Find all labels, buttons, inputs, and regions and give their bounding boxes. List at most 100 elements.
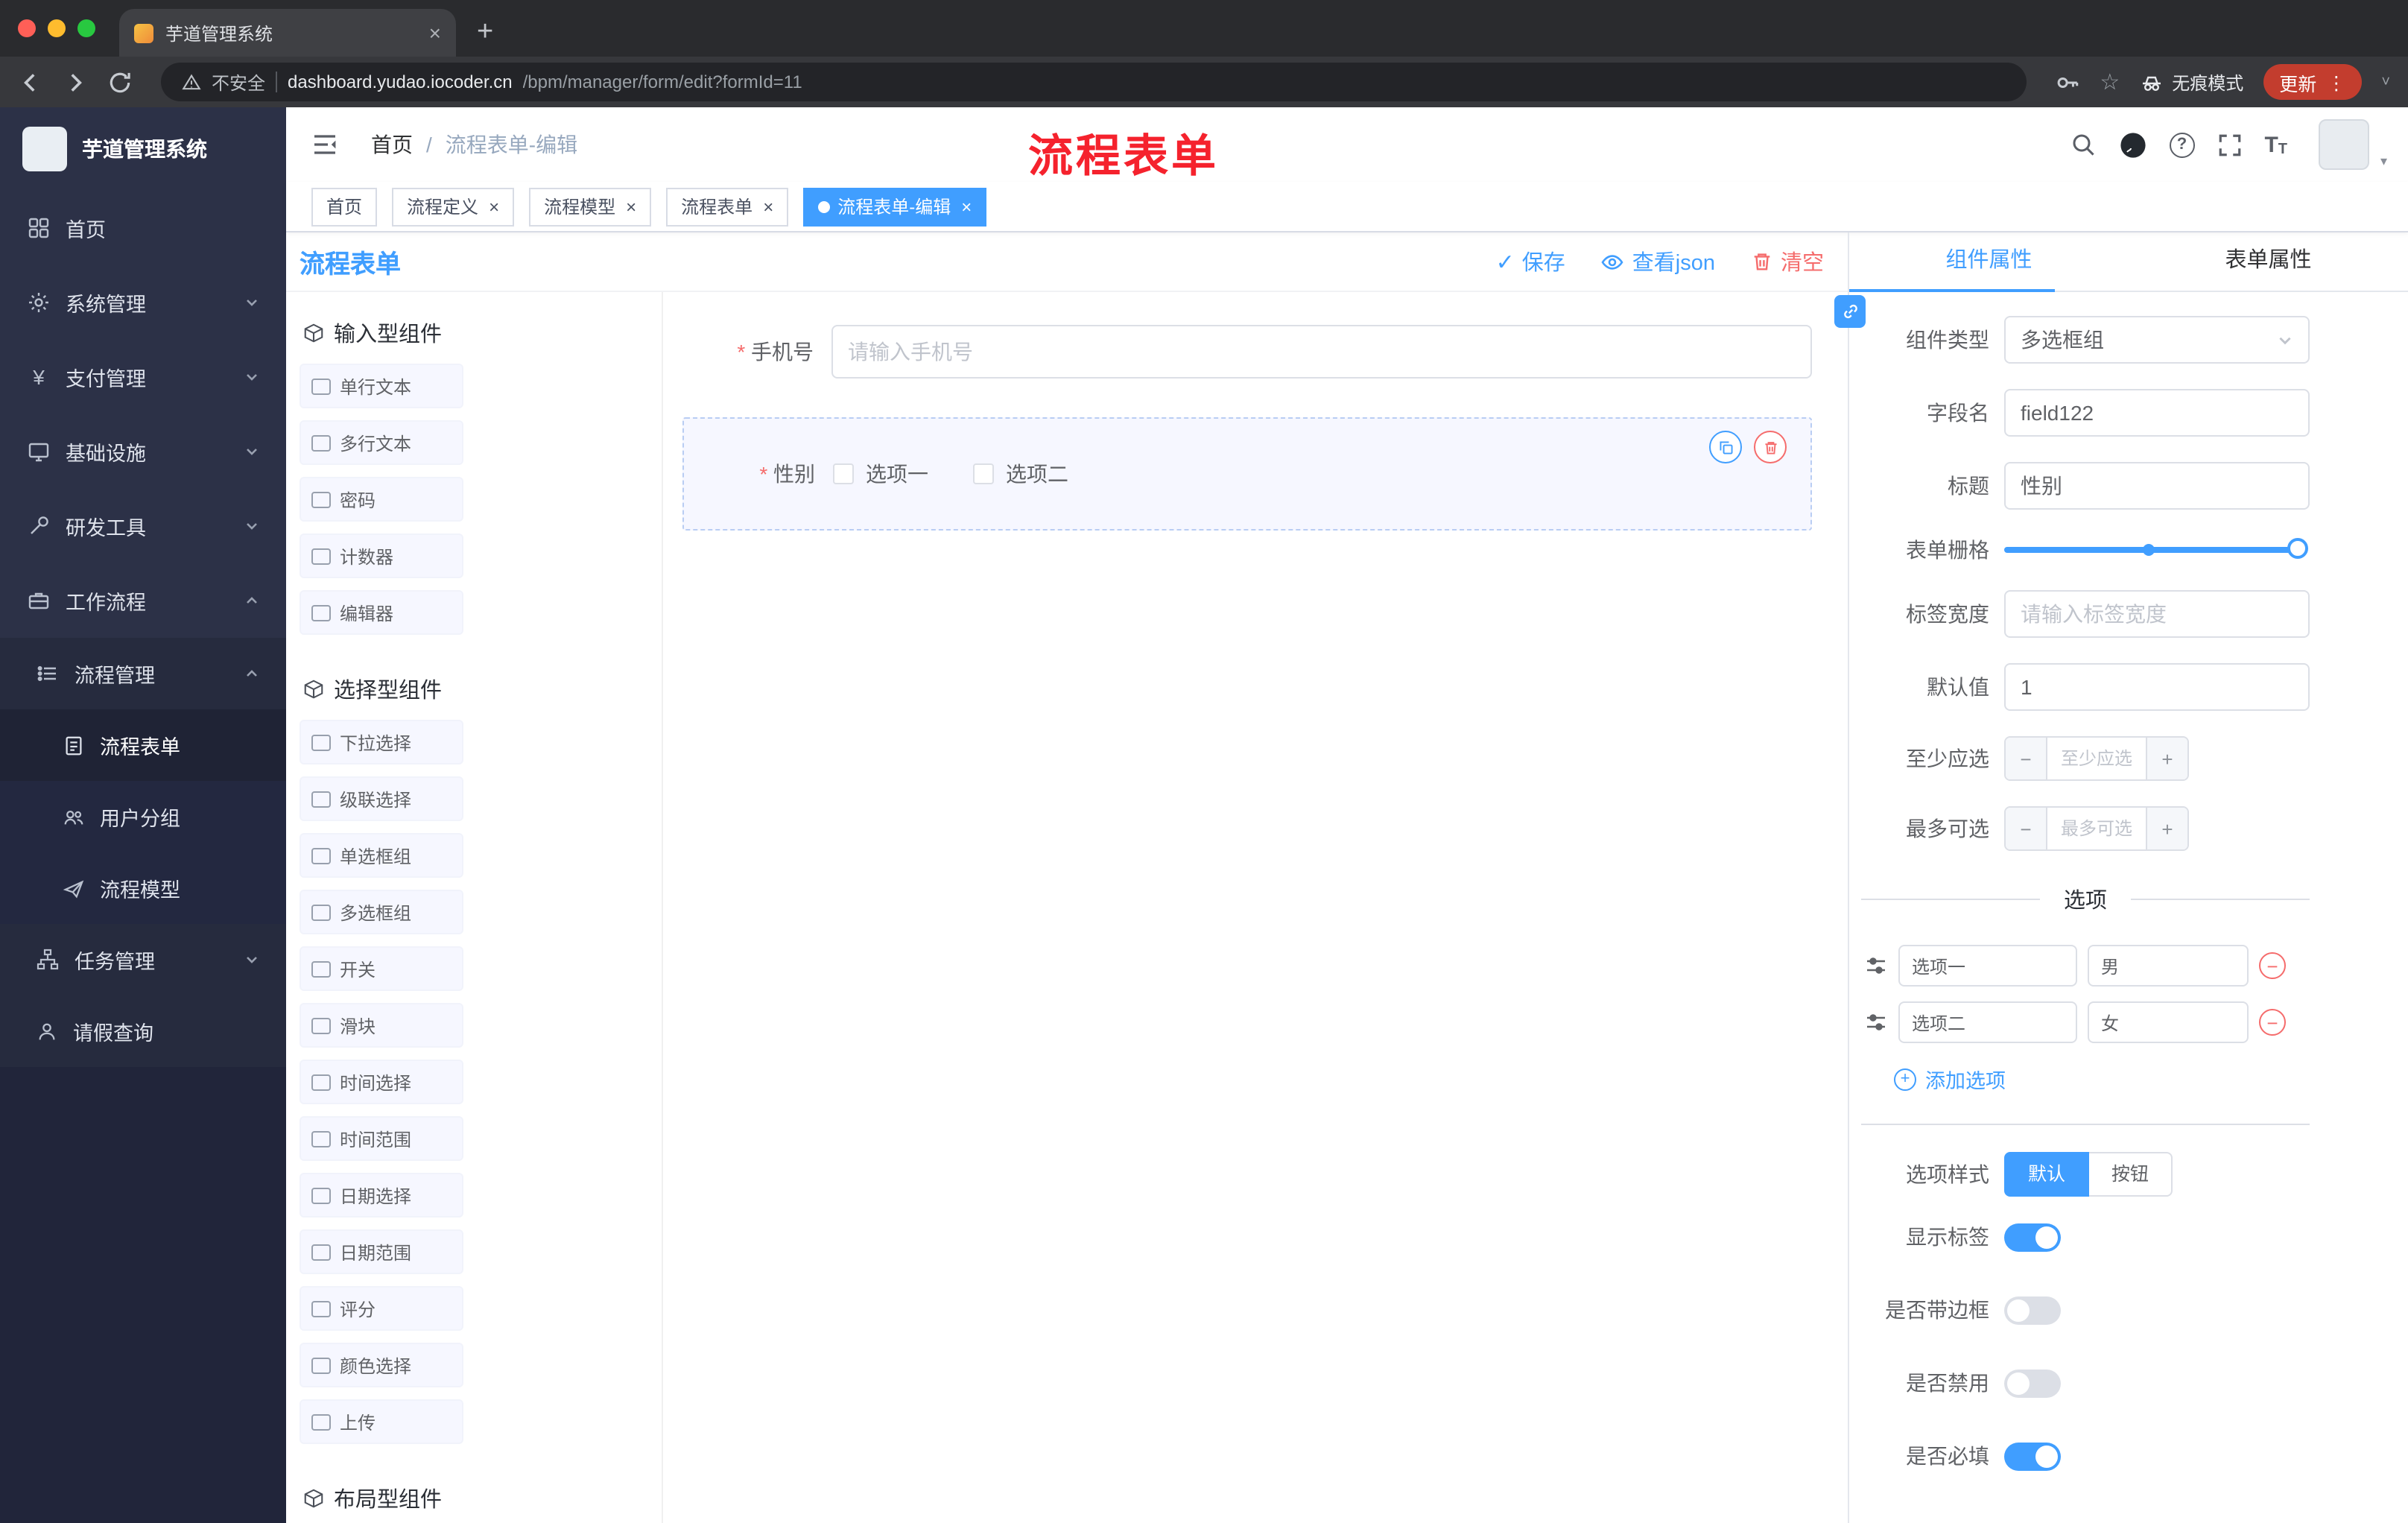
- add-option-button[interactable]: + 添加选项: [1894, 1064, 2310, 1094]
- label-width-input[interactable]: [2004, 590, 2310, 638]
- phone-input[interactable]: [831, 325, 1812, 379]
- remove-option-button[interactable]: −: [2259, 952, 2286, 979]
- zoom-window-button[interactable]: [77, 19, 95, 37]
- key-icon[interactable]: [2055, 69, 2080, 95]
- increment-button[interactable]: +: [2146, 808, 2187, 849]
- tag-home[interactable]: 首页: [311, 187, 378, 226]
- decrement-button[interactable]: −: [2006, 808, 2047, 849]
- checkbox-icon[interactable]: [973, 463, 994, 484]
- increment-button[interactable]: +: [2146, 738, 2187, 779]
- github-icon[interactable]: [2118, 130, 2146, 159]
- forward-icon[interactable]: [63, 69, 88, 95]
- component-chip[interactable]: 计数器: [300, 533, 463, 578]
- clear-button[interactable]: 清空: [1751, 246, 1824, 277]
- tab-component-props[interactable]: 组件属性: [1849, 232, 2129, 292]
- toolbar-caret-icon[interactable]: ˅: [2381, 74, 2390, 90]
- tab-close-icon[interactable]: ×: [429, 21, 441, 45]
- sidebar-item-process-model[interactable]: 流程模型: [0, 852, 286, 924]
- component-chip[interactable]: 颜色选择: [300, 1343, 463, 1387]
- component-chip[interactable]: 滑块: [300, 1003, 463, 1048]
- component-chip[interactable]: 评分: [300, 1286, 463, 1331]
- search-icon[interactable]: [2069, 131, 2096, 158]
- component-chip[interactable]: 级联选择: [300, 776, 463, 821]
- sidebar-item-process-form[interactable]: 流程表单: [0, 709, 286, 781]
- tag-close-icon[interactable]: ×: [489, 196, 499, 217]
- sidebar-item-payment[interactable]: ¥ 支付管理: [0, 340, 286, 414]
- gender-option-1[interactable]: 选项一: [833, 459, 928, 489]
- component-chip[interactable]: 多行文本: [300, 420, 463, 465]
- canvas-field-phone[interactable]: 手机号: [682, 325, 1812, 379]
- field-name-input[interactable]: [2004, 389, 2310, 437]
- font-size-icon[interactable]: TT: [2264, 132, 2287, 157]
- sidebar-item-workflow[interactable]: 工作流程: [0, 563, 286, 638]
- component-chip[interactable]: 密码: [300, 477, 463, 522]
- sidebar-item-leave-query[interactable]: 请假查询: [0, 995, 286, 1067]
- tag-process-form-edit[interactable]: 流程表单-编辑 ×: [803, 187, 987, 226]
- sidebar-item-user-groups[interactable]: 用户分组: [0, 781, 286, 852]
- remove-option-button[interactable]: −: [2259, 1009, 2286, 1036]
- link-badge[interactable]: [1834, 295, 1866, 328]
- copy-field-button[interactable]: [1709, 431, 1742, 463]
- option-name-input[interactable]: [1898, 1001, 2077, 1043]
- style-default-button[interactable]: 默认: [2004, 1152, 2090, 1197]
- tag-process-model[interactable]: 流程模型 ×: [529, 187, 652, 226]
- view-json-button[interactable]: 查看json: [1601, 246, 1715, 277]
- minimize-window-button[interactable]: [48, 19, 66, 37]
- component-chip[interactable]: 时间选择: [300, 1060, 463, 1104]
- sidebar-item-devtools[interactable]: 研发工具: [0, 489, 286, 563]
- component-chip[interactable]: 时间范围: [300, 1116, 463, 1161]
- help-icon[interactable]: ?: [2169, 132, 2195, 157]
- component-type-select[interactable]: 多选框组: [2004, 316, 2310, 364]
- checkbox-icon[interactable]: [833, 463, 854, 484]
- close-window-button[interactable]: [18, 19, 36, 37]
- tag-close-icon[interactable]: ×: [626, 196, 636, 217]
- component-chip[interactable]: 日期范围: [300, 1229, 463, 1274]
- address-bar[interactable]: 不安全 dashboard.yudao.iocoder.cn/bpm/manag…: [161, 63, 2027, 101]
- chrome-update-button[interactable]: 更新 ⋮: [2263, 64, 2363, 100]
- style-button-button[interactable]: 按钮: [2089, 1152, 2173, 1197]
- tag-process-definition[interactable]: 流程定义 ×: [392, 187, 515, 226]
- slider-handle[interactable]: [2287, 538, 2308, 559]
- component-chip[interactable]: 单行文本: [300, 364, 463, 408]
- title-input[interactable]: [2004, 462, 2310, 510]
- sidebar-item-home[interactable]: 首页: [0, 191, 286, 265]
- component-chip[interactable]: 单选框组: [300, 833, 463, 878]
- min-select-input[interactable]: [2047, 738, 2146, 779]
- component-chip[interactable]: 日期选择: [300, 1173, 463, 1218]
- option-value-input[interactable]: [2088, 1001, 2249, 1043]
- breadcrumb-home[interactable]: 首页: [371, 130, 413, 159]
- component-chip[interactable]: 多选框组: [300, 890, 463, 934]
- drag-handle-icon[interactable]: [1864, 1010, 1888, 1034]
- tab-form-props[interactable]: 表单属性: [2129, 232, 2408, 291]
- tag-process-form[interactable]: 流程表单 ×: [666, 187, 789, 226]
- option-value-input[interactable]: [2088, 945, 2249, 987]
- show-label-toggle[interactable]: [2004, 1223, 2061, 1251]
- default-value-input[interactable]: [2004, 663, 2310, 711]
- delete-field-button[interactable]: [1754, 431, 1787, 463]
- drag-handle-icon[interactable]: [1864, 954, 1888, 978]
- sidebar-item-system[interactable]: 系统管理: [0, 265, 286, 340]
- save-button[interactable]: ✓ 保存: [1496, 246, 1565, 277]
- canvas-field-gender-selected[interactable]: 性别 选项一 选项二: [682, 417, 1812, 531]
- component-chip[interactable]: 编辑器: [300, 590, 463, 635]
- max-select-input[interactable]: [2047, 808, 2146, 849]
- required-toggle[interactable]: [2004, 1442, 2061, 1470]
- decrement-button[interactable]: −: [2006, 738, 2047, 779]
- gender-option-2[interactable]: 选项二: [973, 459, 1068, 489]
- avatar[interactable]: [2319, 119, 2369, 170]
- bookmark-star-icon[interactable]: ☆: [2100, 69, 2120, 95]
- browser-tab[interactable]: 芋道管理系统 ×: [119, 9, 456, 57]
- sidebar-item-infrastructure[interactable]: 基础设施: [0, 414, 286, 489]
- disabled-toggle[interactable]: [2004, 1369, 2061, 1397]
- tag-close-icon[interactable]: ×: [961, 196, 972, 217]
- component-chip[interactable]: 下拉选择: [300, 720, 463, 764]
- fullscreen-icon[interactable]: [2217, 132, 2242, 157]
- new-tab-button[interactable]: +: [477, 18, 493, 46]
- user-menu[interactable]: ▾: [2319, 119, 2387, 170]
- hamburger-fold-icon[interactable]: [311, 133, 338, 156]
- browser-menu-icon[interactable]: ⋮: [2327, 71, 2345, 93]
- option-name-input[interactable]: [1898, 945, 2077, 987]
- back-icon[interactable]: [18, 69, 43, 95]
- grid-slider[interactable]: [2004, 538, 2308, 559]
- component-chip[interactable]: 开关: [300, 946, 463, 991]
